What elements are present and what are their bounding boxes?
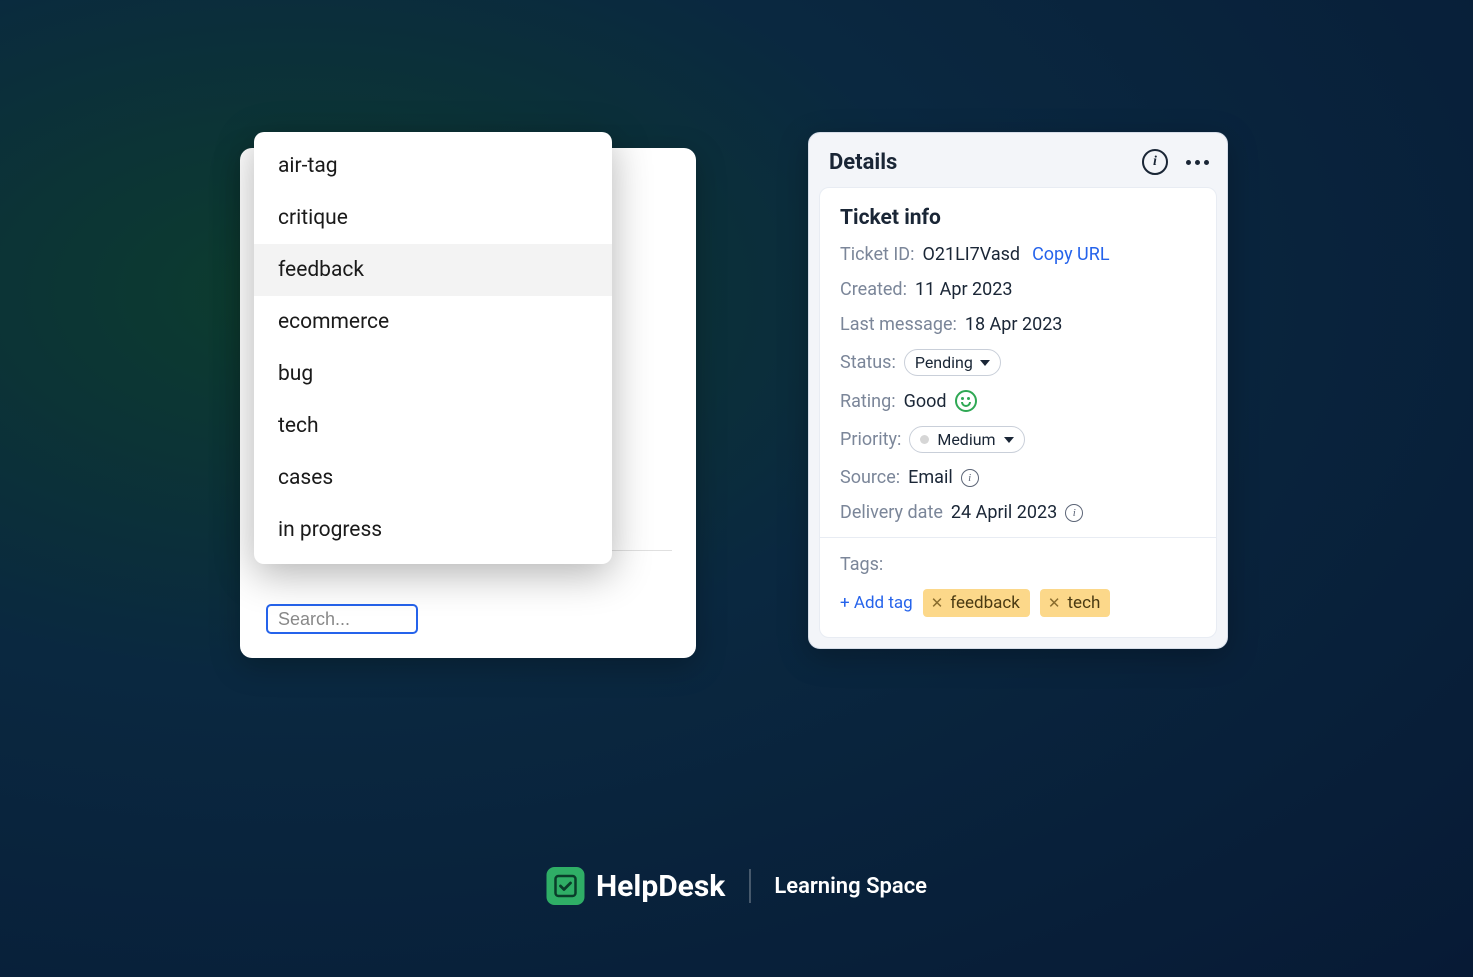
dropdown-item[interactable]: air-tag	[254, 140, 612, 192]
status-dropdown[interactable]: Pending	[904, 349, 1001, 376]
rating-label: Rating:	[840, 391, 896, 412]
more-icon[interactable]	[1186, 160, 1209, 165]
last-message-value: 18 Apr 2023	[965, 314, 1063, 335]
last-message-row: Last message: 18 Apr 2023	[840, 314, 1196, 335]
created-value: 11 Apr 2023	[915, 279, 1013, 300]
priority-label: Priority:	[840, 429, 901, 450]
delivery-value: 24 April 2023	[951, 502, 1057, 523]
brand-divider	[749, 869, 750, 903]
source-value: Email	[908, 467, 953, 488]
info-icon[interactable]: i	[1065, 504, 1083, 522]
chevron-down-icon	[980, 360, 990, 366]
details-title: Details	[829, 150, 1142, 175]
details-header: Details i	[819, 143, 1217, 187]
status-label: Status:	[840, 352, 896, 373]
brand-left: HelpDesk	[546, 867, 725, 905]
tags-label: Tags:	[840, 554, 883, 575]
brand-name: HelpDesk	[596, 869, 725, 904]
tags-divider	[820, 537, 1216, 538]
ticket-id-value: O21LI7Vasd	[922, 244, 1020, 265]
chevron-down-icon	[1004, 437, 1014, 443]
created-label: Created:	[840, 279, 907, 300]
status-value: Pending	[915, 353, 973, 372]
dropdown-item[interactable]: feedback	[254, 244, 612, 296]
info-icon[interactable]: i	[961, 469, 979, 487]
details-card: Details i Ticket info Ticket ID: O21LI7V…	[808, 132, 1228, 649]
last-message-label: Last message:	[840, 314, 957, 335]
dropdown-item[interactable]: in progress	[254, 504, 612, 556]
ticket-id-label: Ticket ID:	[840, 244, 914, 265]
dropdown-item[interactable]: tech	[254, 400, 612, 452]
dropdown-item[interactable]: critique	[254, 192, 612, 244]
ticket-id-row: Ticket ID: O21LI7Vasd Copy URL	[840, 244, 1196, 265]
created-row: Created: 11 Apr 2023	[840, 279, 1196, 300]
dropdown-item[interactable]: cases	[254, 452, 612, 504]
brand-sub: Learning Space	[774, 874, 927, 899]
rating-row: Rating: Good	[840, 390, 1196, 412]
add-tag-button[interactable]: + Add tag	[840, 593, 913, 613]
remove-tag-icon[interactable]: ✕	[931, 594, 944, 612]
source-row: Source: Email i	[840, 467, 1196, 488]
copy-url-link[interactable]: Copy URL	[1032, 244, 1109, 265]
header-actions: i	[1142, 149, 1209, 175]
priority-dropdown[interactable]: Medium	[909, 426, 1024, 453]
footer-brand: HelpDesk Learning Space	[546, 867, 927, 905]
tag-chip: ✕ feedback	[923, 589, 1030, 617]
ticket-info-card: Ticket info Ticket ID: O21LI7Vasd Copy U…	[819, 187, 1217, 638]
ticket-info-title: Ticket info	[840, 206, 1196, 230]
smiley-icon	[955, 390, 977, 412]
source-label: Source:	[840, 467, 900, 488]
info-icon[interactable]: i	[1142, 149, 1168, 175]
remove-tag-icon[interactable]: ✕	[1048, 594, 1061, 612]
helpdesk-logo-icon	[546, 867, 584, 905]
search-input[interactable]	[266, 604, 418, 634]
tag-dropdown: air-tagcritiquefeedbackecommercebugtechc…	[254, 132, 612, 564]
tags-label-row: Tags:	[840, 554, 1196, 575]
tags-row: + Add tag ✕ feedback ✕ tech	[840, 589, 1196, 617]
delivery-label: Delivery date	[840, 502, 943, 523]
rating-value: Good	[904, 391, 947, 412]
priority-value: Medium	[937, 430, 995, 449]
tag-chip: ✕ tech	[1040, 589, 1110, 617]
dropdown-item[interactable]: ecommerce	[254, 296, 612, 348]
dropdown-item[interactable]: bug	[254, 348, 612, 400]
status-row: Status: Pending	[840, 349, 1196, 376]
tag-label: feedback	[950, 593, 1020, 613]
delivery-row: Delivery date 24 April 2023 i	[840, 502, 1196, 523]
tag-label: tech	[1068, 593, 1101, 613]
priority-row: Priority: Medium	[840, 426, 1196, 453]
priority-dot-icon	[920, 435, 929, 444]
